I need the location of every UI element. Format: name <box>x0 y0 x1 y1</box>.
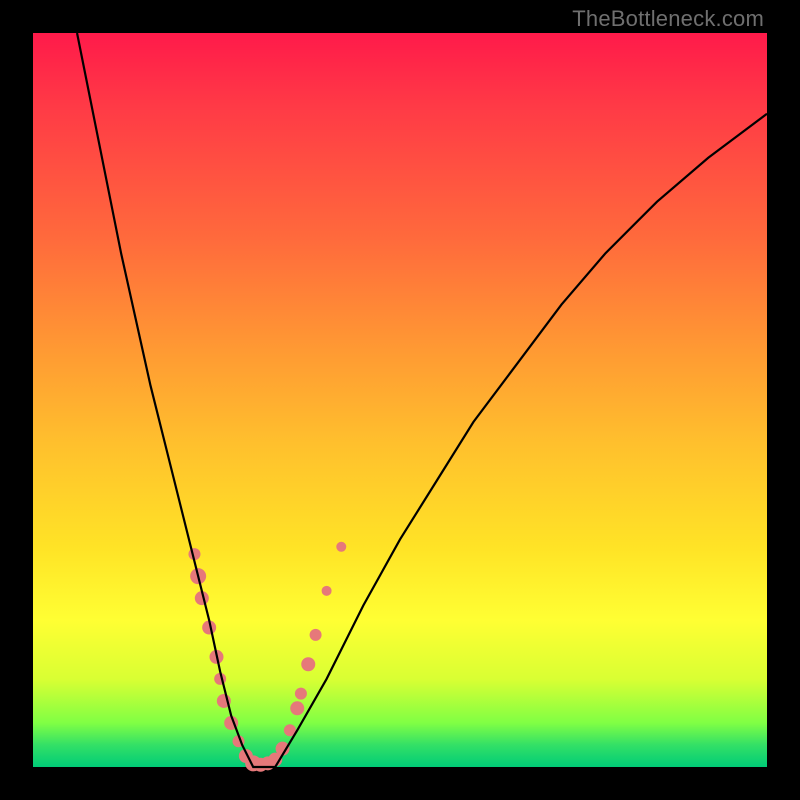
scatter-dot <box>290 701 304 715</box>
scatter-dot <box>322 586 332 596</box>
plot-area <box>33 33 767 767</box>
scatter-dot <box>336 542 346 552</box>
scatter-markers <box>188 542 346 772</box>
watermark-label: TheBottleneck.com <box>572 6 764 32</box>
scatter-dot <box>310 629 322 641</box>
scatter-dot <box>295 688 307 700</box>
chart-svg <box>33 33 767 767</box>
scatter-dot <box>301 657 315 671</box>
chart-frame: TheBottleneck.com <box>0 0 800 800</box>
bottleneck-curve <box>77 33 767 767</box>
